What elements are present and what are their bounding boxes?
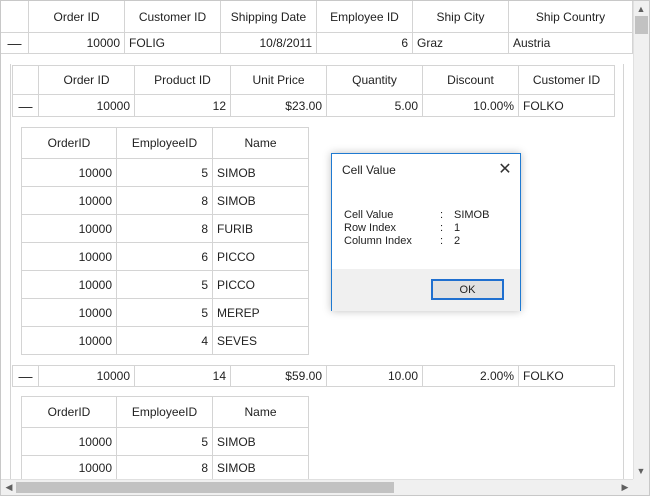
field-label-cell-value: Cell Value [344, 209, 394, 221]
table-cell[interactable]: PICCO [213, 243, 309, 271]
table-cell[interactable]: SIMOB [213, 428, 309, 456]
table-cell[interactable]: MEREP [213, 299, 309, 327]
horizontal-scroll-thumb[interactable] [16, 482, 394, 493]
child-header-unit-price[interactable]: Unit Price [231, 65, 327, 95]
cell-quantity[interactable]: 5.00 [327, 95, 423, 117]
column-header-shipping-date[interactable]: Shipping Date [221, 1, 317, 33]
table-cell[interactable]: 10000 [21, 428, 117, 456]
column-header-employee-id[interactable]: Employee ID [317, 1, 413, 33]
field-label-row-index: Row Index [344, 222, 396, 234]
cell-unit-price[interactable]: $59.00 [231, 365, 327, 387]
cell-ship-country[interactable]: Austria [509, 33, 633, 54]
cell-order-id[interactable]: 10000 [39, 95, 135, 117]
scroll-right-icon[interactable]: ▶ [617, 479, 633, 495]
table-cell[interactable]: 10000 [21, 215, 117, 243]
child-header-product-id[interactable]: Product ID [135, 65, 231, 95]
table-cell[interactable]: 10000 [21, 299, 117, 327]
cell-shipping-date[interactable]: 10/8/2011 [221, 33, 317, 54]
table-cell[interactable]: SIMOB [213, 456, 309, 480]
table-cell[interactable]: 8 [117, 215, 213, 243]
cell-customer-id[interactable]: FOLKO [519, 365, 615, 387]
vertical-scroll-thumb[interactable] [635, 16, 648, 34]
table-cell[interactable]: 4 [117, 327, 213, 355]
child-expander-header [12, 65, 39, 95]
child-collapse-toggle[interactable]: — [12, 365, 39, 387]
nested-header-employeeid[interactable]: EmployeeID [117, 127, 213, 159]
table-cell[interactable]: 10000 [21, 187, 117, 215]
table-cell[interactable]: 10000 [21, 456, 117, 480]
table-cell[interactable]: 5 [117, 428, 213, 456]
vertical-scrollbar[interactable] [633, 1, 649, 479]
table-cell[interactable]: 8 [117, 456, 213, 480]
cell-order-id[interactable]: 10000 [29, 33, 125, 54]
field-value-row-index: 1 [454, 222, 461, 234]
column-header-order-id[interactable]: Order ID [29, 1, 125, 33]
nested-header-employeeid[interactable]: EmployeeID [117, 396, 213, 428]
column-header-ship-city[interactable]: Ship City [413, 1, 509, 33]
table-cell[interactable]: PICCO [213, 271, 309, 299]
cell-employee-id[interactable]: 6 [317, 33, 413, 54]
cell-quantity[interactable]: 10.00 [327, 365, 423, 387]
close-icon[interactable]: ✕ [496, 160, 514, 178]
field-value-column-index: 2 [454, 235, 461, 247]
nested-header-orderid[interactable]: OrderID [21, 127, 117, 159]
scroll-up-icon[interactable]: ▲ [633, 1, 649, 17]
scrollbar-corner [633, 479, 649, 495]
cell-discount[interactable]: 2.00% [423, 365, 519, 387]
cell-customer-id[interactable]: FOLKO [519, 95, 615, 117]
child-header-order-id[interactable]: Order ID [39, 65, 135, 95]
field-separator: : [440, 235, 444, 247]
table-cell[interactable]: 6 [117, 243, 213, 271]
cell-customer-id[interactable]: FOLIG [125, 33, 221, 54]
child-collapse-toggle[interactable]: — [12, 95, 39, 117]
dialog-footer: OK [332, 269, 520, 311]
scroll-left-icon[interactable]: ◀ [1, 479, 17, 495]
field-value-cell-value: SIMOB [454, 209, 490, 221]
table-cell[interactable]: 10000 [21, 327, 117, 355]
collapse-toggle[interactable]: — [1, 33, 29, 54]
table-cell[interactable]: 5 [117, 271, 213, 299]
field-separator: : [440, 222, 444, 234]
table-cell[interactable]: SIMOB [213, 159, 309, 187]
scroll-down-icon[interactable]: ▼ [633, 463, 649, 479]
cell-unit-price[interactable]: $23.00 [231, 95, 327, 117]
expander-header [1, 1, 29, 33]
table-cell[interactable]: 8 [117, 187, 213, 215]
nested-header-name[interactable]: Name [213, 127, 309, 159]
field-label-column-index: Column Index [344, 235, 412, 247]
cell-order-id[interactable]: 10000 [39, 365, 135, 387]
table-cell[interactable]: SIMOB [213, 187, 309, 215]
nested-header-name[interactable]: Name [213, 396, 309, 428]
cell-product-id[interactable]: 12 [135, 95, 231, 117]
cell-discount[interactable]: 10.00% [423, 95, 519, 117]
nested-header-orderid[interactable]: OrderID [21, 396, 117, 428]
table-cell[interactable]: 10000 [21, 159, 117, 187]
cell-value-dialog: Cell Value ✕ Cell Value : SIMOB Row Inde… [331, 153, 521, 311]
cell-product-id[interactable]: 14 [135, 365, 231, 387]
table-cell[interactable]: SEVES [213, 327, 309, 355]
cell-ship-city[interactable]: Graz [413, 33, 509, 54]
table-cell[interactable]: 10000 [21, 243, 117, 271]
table-cell[interactable]: 10000 [21, 271, 117, 299]
dialog-title: Cell Value [342, 163, 396, 177]
ok-button[interactable]: OK [431, 279, 504, 300]
column-header-customer-id[interactable]: Customer ID [125, 1, 221, 33]
child-header-customer-id[interactable]: Customer ID [519, 65, 615, 95]
child-header-discount[interactable]: Discount [423, 65, 519, 95]
table-cell[interactable]: 5 [117, 159, 213, 187]
column-header-ship-country[interactable]: Ship Country [509, 1, 633, 33]
nested-grid-2: OrderID EmployeeID Name 10000 5 SIMOB 10… [21, 396, 309, 480]
nested-grid-1: OrderID EmployeeID Name 10000 5 SIMOB 10… [21, 127, 309, 355]
field-separator: : [440, 209, 444, 221]
child-header-quantity[interactable]: Quantity [327, 65, 423, 95]
table-cell[interactable]: FURIB [213, 215, 309, 243]
table-cell[interactable]: 5 [117, 299, 213, 327]
